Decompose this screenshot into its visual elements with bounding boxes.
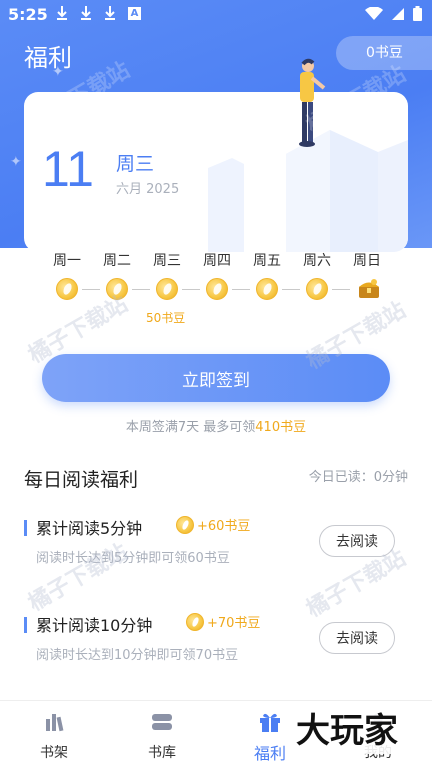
week-labels: 周一 周二 周三 周四 周五 周六 周日 [42, 250, 392, 270]
task-marker [24, 617, 27, 633]
weekday-thu: 周四 [203, 253, 231, 269]
progress-divider [132, 289, 150, 290]
signal-icon [391, 6, 405, 25]
week-signin-hint: 本周签满7天 最多可领410书豆 [0, 416, 432, 435]
nav-label: 书库 [148, 745, 176, 761]
task-marker [24, 520, 27, 536]
bean-coin-icon [176, 515, 194, 534]
progress-divider [282, 289, 300, 290]
day-reward-label: 50书豆 [146, 311, 186, 325]
progress-divider [332, 289, 350, 290]
weekday-sun: 周日 [353, 253, 381, 269]
task-name: 累计阅读10分钟 [36, 616, 153, 635]
download-icon [56, 5, 68, 25]
weekday-tue: 周二 [103, 253, 131, 269]
bean-coin-icon [306, 278, 328, 300]
bean-coin-icon [186, 612, 204, 631]
weekday-wed: 周三 [153, 253, 181, 269]
weekday-fri: 周五 [253, 253, 281, 269]
task-description: 阅读时长达到10分钟即可领70书豆 [36, 648, 239, 663]
nav-label: 书架 [40, 745, 68, 761]
task-reward: +70书豆 [186, 612, 260, 631]
system-icons [365, 6, 422, 25]
nav-item-bookshelf[interactable]: 书架 [0, 701, 108, 768]
bookshelf-icon [46, 714, 64, 732]
gift-icon [260, 713, 280, 732]
progress-divider [182, 289, 200, 290]
notification-icons: A [56, 5, 141, 25]
bean-coin-icon [56, 278, 78, 300]
day-number: 11 [42, 141, 94, 197]
wifi-icon [365, 6, 383, 25]
library-icon [152, 714, 172, 730]
bean-coin-icon [206, 278, 228, 300]
status-bar: 5:25 A [0, 0, 432, 30]
weekday-mon: 周一 [53, 253, 81, 269]
page-title: 福利 [24, 44, 72, 72]
nav-item-library[interactable]: 书库 [108, 701, 216, 768]
weekday-label: 周三 [116, 153, 155, 175]
treasure-chest-icon [359, 279, 379, 298]
daily-reading-title: 每日阅读福利 [24, 469, 139, 491]
sparkle-icon: ✦ [10, 154, 22, 170]
brand-logo: 大玩家 [292, 708, 402, 754]
task-name: 累计阅读5分钟 [36, 519, 143, 538]
progress-divider [232, 289, 250, 290]
today-read-time: 今日已读：0分钟 [308, 470, 408, 485]
download-icon [80, 5, 92, 25]
bean-coin-icon [156, 278, 178, 300]
month-year-label: 六月 2025 [116, 182, 180, 197]
task-reward-amount: +70书豆 [207, 616, 261, 631]
task-reward-amount: +60书豆 [197, 519, 251, 534]
download-icon [104, 5, 116, 25]
go-read-button[interactable]: 去阅读 [319, 622, 395, 654]
a-icon: A [128, 7, 141, 20]
week-hint-amount: 410书豆 [255, 420, 307, 435]
progress-divider [82, 289, 100, 290]
reading-task: 累计阅读10分钟 +70书豆 阅读时长达到10分钟即可领70书豆 去阅读 [24, 609, 408, 681]
bean-coin-icon [256, 278, 278, 300]
task-reward: +60书豆 [176, 515, 250, 534]
status-time: 5:25 [8, 5, 48, 24]
weekday-sat: 周六 [303, 253, 331, 269]
battery-icon [413, 6, 422, 25]
week-hint-text: 本周签满7天 最多可领 [125, 420, 256, 435]
